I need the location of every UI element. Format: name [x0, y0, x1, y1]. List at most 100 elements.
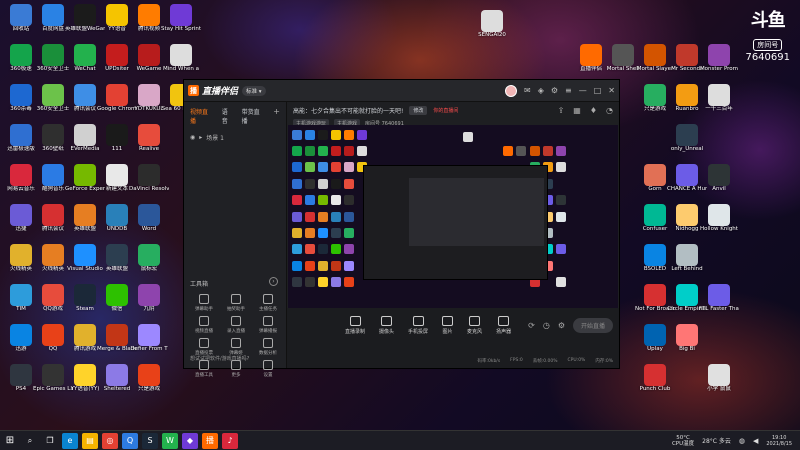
- left-tip[interactable]: 想试试把软件/游戏直播吗?: [190, 355, 249, 362]
- clock[interactable]: 19:10 2021/8/15: [766, 435, 792, 447]
- app-icon[interactable]: [138, 364, 160, 386]
- app-icon[interactable]: [10, 364, 32, 386]
- toolbox-item[interactable]: 弹幕播报: [252, 316, 284, 334]
- file-explorer-icon[interactable]: ▤: [82, 432, 98, 449]
- scene-item[interactable]: ◉ ▸ 场景 1: [184, 130, 286, 145]
- app-icon[interactable]: [106, 124, 128, 146]
- toolbox-item[interactable]: 数据分析: [252, 338, 284, 356]
- skin-icon[interactable]: ◈: [538, 86, 544, 95]
- tab-commerce[interactable]: 带货直播: [242, 107, 266, 125]
- desktop-icon[interactable]: 只是游戏: [132, 364, 166, 392]
- source-button[interactable]: 直播录制: [345, 316, 365, 335]
- app-icon[interactable]: [676, 44, 698, 66]
- app-icon[interactable]: [106, 244, 128, 266]
- toolbox-item[interactable]: 更多: [220, 360, 252, 378]
- network-icon[interactable]: ◍: [739, 437, 745, 445]
- toolbox-item[interactable]: 弹幕姬: [220, 338, 252, 356]
- app-icon[interactable]: [708, 284, 730, 306]
- app-icon[interactable]: [42, 164, 64, 186]
- bell-icon[interactable]: ◔: [606, 106, 613, 115]
- desktop-icon[interactable]: Defier From T: [130, 324, 168, 352]
- layout-icon[interactable]: ▦: [573, 106, 581, 115]
- desktop-icon[interactable]: 小学 鼠鼠: [702, 364, 736, 392]
- app-icon[interactable]: [708, 164, 730, 186]
- app-icon[interactable]: [74, 324, 96, 346]
- app-icon[interactable]: [10, 244, 32, 266]
- app-icon[interactable]: [138, 4, 160, 26]
- app-icon[interactable]: [74, 84, 96, 106]
- close-icon[interactable]: ✕: [608, 86, 615, 95]
- app-icon[interactable]: [10, 204, 32, 226]
- app-icon[interactable]: [42, 44, 64, 66]
- minimize-icon[interactable]: —: [579, 86, 587, 95]
- app-icon[interactable]: [10, 124, 32, 146]
- source-button[interactable]: 扬声器: [496, 316, 511, 335]
- app-icon[interactable]: [644, 204, 666, 226]
- tab-video-live[interactable]: 视频直播: [190, 107, 214, 125]
- app-icon[interactable]: [42, 364, 64, 386]
- menu-icon[interactable]: ≡: [565, 86, 572, 95]
- app-icon[interactable]: [106, 204, 128, 226]
- app-icon[interactable]: [10, 44, 32, 66]
- toolbox-item[interactable]: 主播任务: [252, 294, 284, 312]
- app-icon[interactable]: [138, 244, 160, 266]
- toolbox-item[interactable]: 设置: [252, 360, 284, 378]
- desktop-icon[interactable]: Stay Hit Sprint: [161, 4, 201, 32]
- app-icon[interactable]: [644, 44, 666, 66]
- message-icon[interactable]: ✉: [524, 86, 531, 95]
- app-icon[interactable]: [644, 84, 666, 106]
- app-icon[interactable]: [708, 44, 730, 66]
- app-icon[interactable]: [74, 284, 96, 306]
- app-icon[interactable]: [138, 84, 160, 106]
- app-icon[interactable]: [42, 284, 64, 306]
- app-icon[interactable]: [138, 124, 160, 146]
- app-icon[interactable]: [74, 164, 96, 186]
- config-icon[interactable]: ⚙: [558, 321, 565, 330]
- app-icon[interactable]: [676, 284, 698, 306]
- app-icon[interactable]: [74, 124, 96, 146]
- task-view-icon[interactable]: ❐: [42, 433, 58, 449]
- title-bar[interactable]: 播 直播伴侣 标准 ▾ ✉ ◈ ⚙ ≡ — □ ✕: [184, 80, 619, 102]
- app-icon[interactable]: [676, 324, 698, 346]
- app-icon[interactable]: [42, 124, 64, 146]
- monitor-icon[interactable]: ◷: [543, 321, 550, 330]
- source-button[interactable]: 摄像头: [379, 316, 394, 335]
- toolbox-item[interactable]: 弹幕助手: [188, 294, 220, 312]
- maximize-icon[interactable]: □: [594, 86, 602, 95]
- weather-widget[interactable]: 28°C 多云: [702, 436, 731, 445]
- desktop-icon[interactable]: Hollow Knight: [700, 204, 738, 232]
- windows-start-icon[interactable]: ⊞: [0, 435, 20, 446]
- eye-icon[interactable]: ◉: [190, 134, 195, 141]
- toolbox-item[interactable]: 直播投票: [188, 338, 220, 356]
- edge-icon[interactable]: e: [62, 432, 78, 449]
- my-room-link[interactable]: 你的直播间: [433, 107, 458, 114]
- rotate-icon[interactable]: ⟳: [528, 321, 535, 330]
- stream-preview[interactable]: [288, 125, 618, 310]
- app-icon[interactable]: [138, 164, 160, 186]
- go-live-button[interactable]: 开始直播: [572, 318, 613, 333]
- app-icon[interactable]: [42, 4, 64, 26]
- source-button[interactable]: 麦克风: [467, 316, 482, 335]
- wechat-icon[interactable]: W: [162, 432, 178, 449]
- tab-voice[interactable]: 语音: [222, 107, 234, 125]
- desktop-icon[interactable]: 一千三百年: [702, 84, 736, 112]
- gift-icon[interactable]: ♦: [590, 106, 597, 115]
- app-icon[interactable]: [676, 164, 698, 186]
- app-icon[interactable]: [580, 44, 602, 66]
- app-icon[interactable]: [106, 44, 128, 66]
- app-icon[interactable]: [612, 44, 634, 66]
- desktop-icon[interactable]: SENGAI20: [475, 10, 509, 38]
- app-icon[interactable]: [644, 284, 666, 306]
- volume-icon[interactable]: ◀: [753, 437, 758, 445]
- app-icon[interactable]: [481, 10, 503, 32]
- app-icon[interactable]: [106, 364, 128, 386]
- toolbox-more-icon[interactable]: ›: [269, 277, 278, 286]
- live-companion-task-icon[interactable]: 播: [202, 432, 218, 449]
- desktop-icon[interactable]: FTL Faster Than Light: [699, 284, 739, 312]
- desktop-icon[interactable]: Big Bi: [670, 324, 704, 352]
- add-source-icon[interactable]: +: [273, 107, 280, 125]
- app-icon[interactable]: [74, 44, 96, 66]
- desktop-icon[interactable]: Monster Prom: [700, 44, 738, 72]
- app-icon[interactable]: [74, 204, 96, 226]
- app-icon[interactable]: ◆: [182, 432, 198, 449]
